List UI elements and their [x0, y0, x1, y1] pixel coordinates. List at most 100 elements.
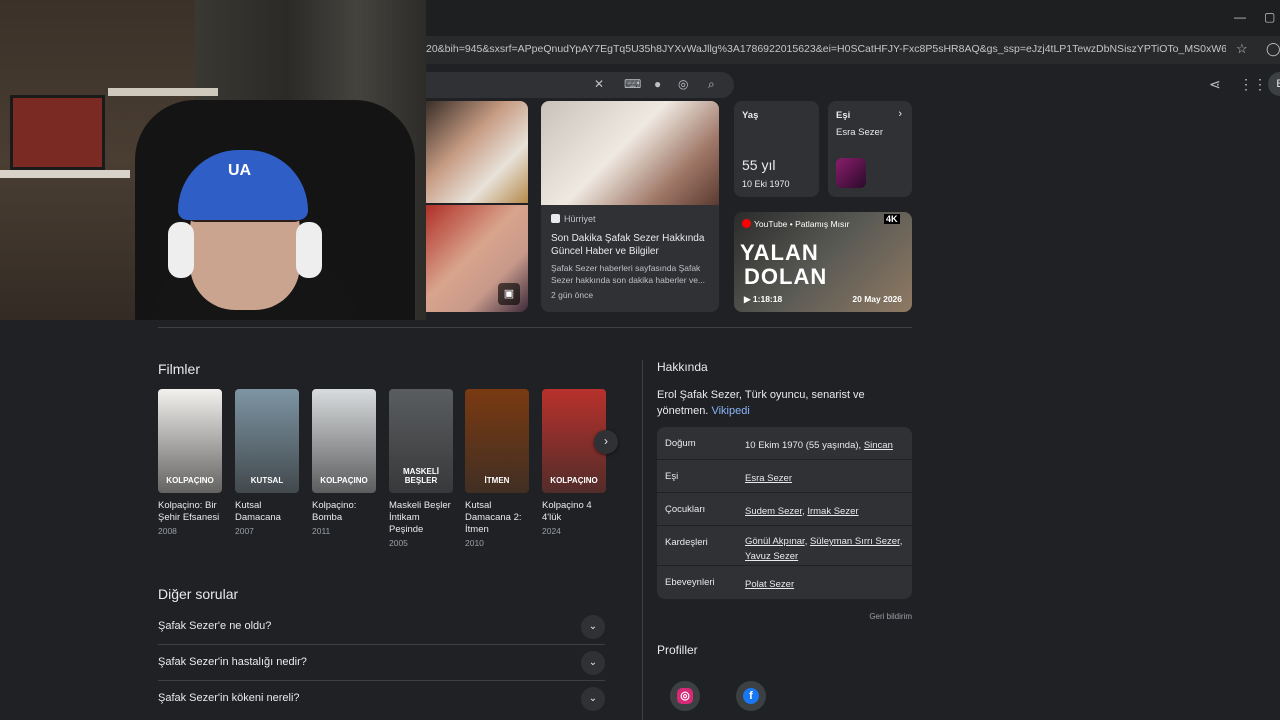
spouse-link[interactable]: Esra Sezer: [745, 473, 792, 484]
films-title: Filmler: [158, 361, 200, 377]
image-gallery-icon[interactable]: ▣: [498, 283, 520, 305]
fact-value: Gönül Akpınar, Süleyman Sırrı Sezer, Yav…: [745, 536, 903, 562]
child-link[interactable]: Irmak Sezer: [807, 506, 858, 517]
fact-row-children: Çocukları Sudem Sezer, Irmak Sezer: [657, 493, 912, 526]
film-title[interactable]: Kutsal Damacana 2: İtmen: [465, 500, 529, 536]
parent-link[interactable]: Polat Sezer: [745, 579, 794, 590]
film-title[interactable]: Kolpaçino 4 4'lük: [542, 500, 606, 524]
feedback-link[interactable]: Geri bildirim: [840, 612, 912, 621]
quality-badge: 4K: [884, 214, 900, 224]
film-poster[interactable]: KOLPAÇINO: [312, 389, 376, 493]
fact-value: Sudem Sezer, Irmak Sezer: [745, 506, 859, 517]
news-snippet: Şafak Sezer haberleri sayfasında Şafak S…: [551, 263, 706, 285]
poster-text: KUTSAL: [250, 476, 284, 485]
question-item[interactable]: Şafak Sezer'e ne oldu? ⌄: [158, 609, 605, 645]
chevron-down-icon[interactable]: ⌄: [581, 651, 605, 675]
search-icon[interactable]: ⌕: [708, 77, 715, 92]
film-year: 2008: [158, 526, 177, 536]
fact-value: Polat Sezer: [745, 577, 907, 592]
minimize-icon[interactable]: —: [1234, 10, 1246, 24]
spouse-card[interactable]: Eşi › Esra Sezer: [828, 101, 912, 197]
film-card[interactable]: KUTSAL Kutsal Damacana 2007: [235, 389, 299, 536]
child-link[interactable]: Sudem Sezer: [745, 506, 802, 517]
sibling-link[interactable]: Gönül Akpınar: [745, 536, 805, 547]
fact-row-parents: Ebeveynleri Polat Sezer: [657, 566, 912, 599]
fact-label: Kardeşleri: [665, 537, 708, 548]
carousel-next-button[interactable]: ›: [594, 430, 618, 454]
lens-icon[interactable]: ◎: [678, 77, 688, 91]
bookmark-star-icon[interactable]: ☆: [1236, 41, 1248, 57]
news-card[interactable]: Hürriyet Son Dakika Şafak Sezer Hakkında…: [541, 101, 719, 312]
keyboard-icon[interactable]: ⌨: [624, 77, 641, 91]
profiles-title: Profiller: [657, 643, 698, 657]
headphone-right: [296, 222, 322, 278]
film-poster[interactable]: MASKELİ BEŞLER: [389, 389, 453, 493]
sibling-link[interactable]: Yavuz Sezer: [745, 551, 798, 562]
apps-grid-icon[interactable]: ⋮⋮: [1239, 76, 1267, 93]
film-poster[interactable]: KOLPAÇINO: [158, 389, 222, 493]
question-item[interactable]: Şafak Sezer'in kökeni nereli? ⌄: [158, 681, 605, 717]
film-title[interactable]: Maskeli Beşler İntikam Peşinde: [389, 500, 453, 536]
profile-icon[interactable]: ◯: [1266, 41, 1280, 57]
fact-value: 10 Ekim 1970 (55 yaşında), Sincan: [745, 438, 907, 453]
sibling-link[interactable]: Süleyman Sırrı Sezer: [810, 536, 900, 547]
instagram-profile[interactable]: ◎: [670, 681, 700, 711]
video-duration-value: 1:18:18: [752, 294, 783, 304]
column-divider: [642, 360, 643, 720]
video-date: 20 May 2026: [852, 294, 902, 304]
image-result[interactable]: ▣: [426, 205, 528, 312]
fact-row-siblings: Kardeşleri Gönül Akpınar, Süleyman Sırrı…: [657, 526, 912, 566]
wikipedia-link[interactable]: Vikipedi: [711, 405, 749, 417]
video-card[interactable]: YouTube • Patlamış Mısır 4K YALAN DOLAN …: [734, 212, 912, 312]
film-poster[interactable]: İTMEN: [465, 389, 529, 493]
maximize-icon[interactable]: ▢: [1264, 10, 1275, 24]
search-input[interactable]: ✕ ⌨ ● ◎ ⌕: [426, 72, 734, 98]
news-image: [541, 101, 719, 205]
news-source-label: Hürriyet: [564, 214, 596, 224]
news-source: Hürriyet: [551, 214, 596, 224]
url-text[interactable]: 20&bih=945&sxsrf=APpeQnudYpAY7EgTq5U35h8…: [426, 43, 1226, 55]
clear-icon[interactable]: ✕: [594, 77, 604, 91]
account-avatar[interactable]: E: [1268, 72, 1280, 96]
video-source: YouTube • Patlamış Mısır: [742, 219, 849, 229]
youtube-icon: [742, 219, 751, 228]
news-title[interactable]: Son Dakika Şafak Sezer Hakkında Güncel H…: [551, 232, 711, 258]
facts-table: Doğum 10 Ekim 1970 (55 yaşında), Sincan …: [657, 427, 912, 599]
film-card[interactable]: İTMEN Kutsal Damacana 2: İtmen 2010: [465, 389, 529, 548]
fact-row-spouse: Eşi Esra Sezer: [657, 460, 912, 493]
chevron-down-icon[interactable]: ⌄: [581, 687, 605, 711]
question-item[interactable]: Şafak Sezer'in hastalığı nedir? ⌄: [158, 645, 605, 681]
film-poster[interactable]: KUTSAL: [235, 389, 299, 493]
film-year: 2005: [389, 538, 408, 548]
facebook-profile[interactable]: f: [736, 681, 766, 711]
spouse-avatar: [836, 158, 866, 188]
spouse-label: Eşi: [836, 110, 851, 121]
film-title[interactable]: Kutsal Damacana: [235, 500, 299, 524]
questions-title: Diğer sorular: [158, 586, 239, 602]
chevron-right-icon: ›: [898, 108, 902, 120]
age-card[interactable]: Yaş 55 yıl 10 Eki 1970: [734, 101, 819, 197]
film-title[interactable]: Kolpaçino: Bomba: [312, 500, 376, 524]
film-card[interactable]: KOLPAÇINO Kolpaçino: Bir Şehir Efsanesi 20…: [158, 389, 222, 536]
film-title[interactable]: Kolpaçino: Bir Şehir Efsanesi: [158, 500, 222, 524]
fact-label: Ebeveynleri: [665, 577, 715, 588]
film-card[interactable]: MASKELİ BEŞLER Maskeli Beşler İntikam Peş…: [389, 389, 453, 548]
share-icon[interactable]: ⋖: [1209, 76, 1221, 93]
birth-date: 10 Eki 1970: [742, 179, 790, 189]
film-card[interactable]: KOLPAÇINO Kolpaçino 4 4'lük 2024: [542, 389, 606, 536]
about-description: Erol Şafak Sezer, Türk oyuncu, senarist …: [657, 387, 907, 419]
film-card[interactable]: KOLPAÇINO Kolpaçino: Bomba 2011: [312, 389, 376, 536]
chevron-down-icon[interactable]: ⌄: [581, 615, 605, 639]
microphone-icon[interactable]: ●: [654, 77, 661, 91]
birthplace-link[interactable]: Sincan: [864, 440, 893, 451]
fact-row-birth: Doğum 10 Ekim 1970 (55 yaşında), Sincan: [657, 427, 912, 460]
webcam-box: [10, 95, 105, 170]
video-title-line1: YALAN: [740, 240, 819, 265]
poster-text: KOLPAÇINO: [550, 476, 598, 485]
fact-label: Doğum: [665, 438, 696, 449]
video-title-line2: DOLAN: [744, 264, 828, 289]
question-text: Şafak Sezer'in kökeni nereli?: [158, 692, 300, 704]
film-year: 2011: [312, 526, 331, 536]
video-duration: ▶ 1:18:18: [744, 294, 783, 304]
image-result[interactable]: [426, 101, 528, 203]
